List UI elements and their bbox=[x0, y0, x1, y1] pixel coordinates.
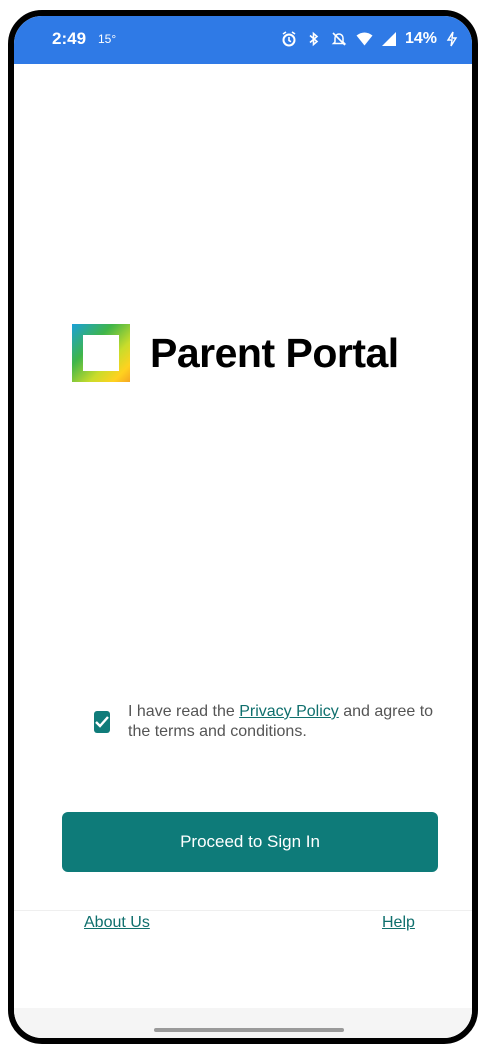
consent-checkbox[interactable] bbox=[94, 711, 110, 733]
logo-mark-icon bbox=[72, 324, 130, 382]
mute-icon bbox=[331, 31, 347, 47]
charging-icon bbox=[446, 31, 458, 47]
wifi-icon bbox=[356, 32, 373, 46]
alarm-icon bbox=[281, 31, 297, 47]
status-bar: 2:49 15° 14% bbox=[14, 16, 472, 64]
app-logo: Parent Portal bbox=[72, 324, 399, 382]
help-link[interactable]: Help bbox=[382, 914, 415, 932]
consent-row: I have read the Privacy Policy and agree… bbox=[94, 702, 434, 742]
footer-divider bbox=[14, 910, 472, 911]
home-indicator[interactable] bbox=[154, 1028, 344, 1032]
about-us-link[interactable]: About Us bbox=[84, 914, 150, 932]
navigation-bar bbox=[14, 1008, 472, 1038]
battery-percent: 14% bbox=[404, 30, 437, 47]
consent-text-before: I have read the bbox=[128, 703, 240, 720]
status-icons: 14% bbox=[281, 27, 458, 51]
phone-frame: 2:49 15° 14% Parent Portal I have read t… bbox=[8, 10, 478, 1044]
signal-icon bbox=[381, 32, 396, 46]
status-time: 2:49 bbox=[52, 29, 87, 48]
checkmark-icon bbox=[95, 716, 109, 728]
privacy-policy-link[interactable]: Privacy Policy bbox=[239, 703, 339, 720]
bluetooth-icon bbox=[306, 31, 322, 47]
status-temperature: 15° bbox=[98, 32, 117, 46]
app-title: Parent Portal bbox=[150, 329, 399, 376]
consent-text: I have read the Privacy Policy and agree… bbox=[128, 702, 434, 742]
proceed-to-sign-in-button[interactable]: Proceed to Sign In bbox=[62, 812, 438, 872]
